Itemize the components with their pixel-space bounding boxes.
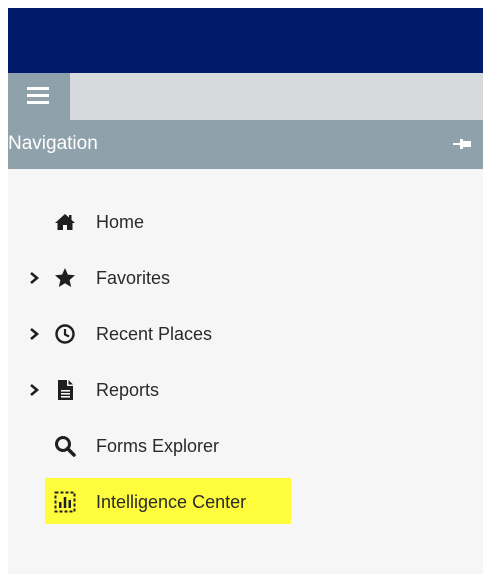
hamburger-line [27, 101, 49, 104]
hamburger-line [27, 94, 49, 97]
app-window: Navigation Home Favorites Recent Places … [8, 8, 483, 574]
home-icon [55, 214, 75, 230]
nav-item-label: Home [96, 212, 145, 232]
chevron-right-icon[interactable] [28, 382, 42, 398]
clock-icon [55, 324, 75, 344]
nav-item-reports[interactable]: Reports [8, 372, 208, 408]
nav-item-label: Forms Explorer [96, 436, 220, 456]
star-icon [55, 268, 75, 287]
nav-item-label: Reports [96, 380, 160, 400]
nav-item-label: Intelligence Center [96, 492, 247, 512]
chevron-right-icon[interactable] [28, 326, 42, 342]
nav-item-home[interactable]: Home [8, 204, 208, 240]
search-icon [55, 436, 76, 457]
nav-item-forms-explorer[interactable]: Forms Explorer [8, 428, 268, 464]
hamburger-menu-button[interactable] [8, 73, 70, 120]
pin-icon[interactable] [453, 137, 473, 151]
toolbar [8, 73, 483, 120]
nav-item-label: Recent Places [96, 324, 213, 344]
nav-item-label: Favorites [96, 268, 171, 288]
nav-item-recent-places[interactable]: Recent Places [8, 316, 268, 352]
nav-item-intelligence-center[interactable]: Intelligence Center [8, 484, 288, 520]
chevron-right-icon[interactable] [28, 270, 42, 286]
navigation-title: Navigation [8, 133, 98, 154]
navigation-header: Navigation [8, 120, 483, 169]
dashboard-icon [54, 491, 76, 513]
document-icon [58, 380, 73, 400]
nav-item-favorites[interactable]: Favorites [8, 260, 208, 296]
top-app-bar [8, 8, 483, 73]
hamburger-line [27, 87, 49, 90]
